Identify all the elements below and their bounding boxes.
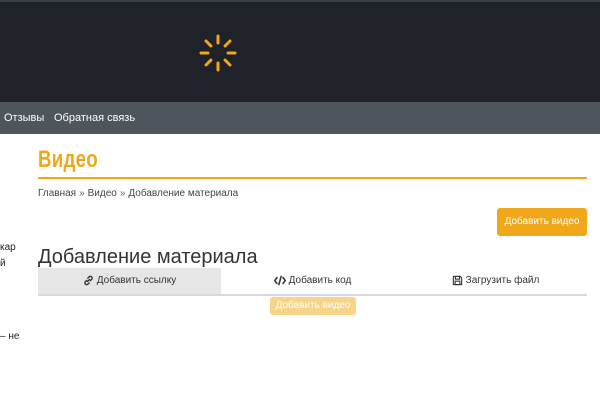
- code-icon: [273, 275, 286, 286]
- breadcrumb-separator: »: [79, 188, 85, 199]
- sidebar-text-fragment: й: [0, 258, 6, 269]
- title-divider: [38, 177, 587, 179]
- nav-item-feedback[interactable]: Обратная связь: [54, 102, 135, 134]
- breadcrumb-separator: »: [119, 188, 126, 199]
- sidebar-text-fragment: кар: [0, 242, 16, 253]
- tab-add-code[interactable]: Добавить код: [221, 268, 404, 294]
- add-video-button[interactable]: Добавить видео: [497, 208, 587, 236]
- header-top-line: [0, 0, 600, 2]
- loading-spinner-icon: [199, 34, 237, 72]
- breadcrumb-current: Добавление материала: [128, 188, 239, 199]
- tab-add-link[interactable]: Добавить ссылку: [38, 268, 221, 294]
- page-title: Видео: [38, 146, 98, 173]
- form-heading: Добавление материала: [38, 246, 258, 268]
- main-nav: Отзывы Обратная связь: [0, 102, 600, 134]
- link-icon: [84, 275, 93, 286]
- nav-item-reviews[interactable]: Отзывы: [4, 102, 44, 134]
- breadcrumb-section-link[interactable]: Видео: [88, 188, 117, 199]
- save-icon: [452, 275, 462, 286]
- tab-add-code-label: Добавить код: [288, 275, 352, 286]
- form-tabs: Добавить ссылку Добавить код Загрузить ф…: [38, 268, 587, 294]
- submit-video-button[interactable]: Добавить видео: [270, 297, 356, 315]
- tabs-divider: [38, 294, 587, 296]
- tab-upload-file-label: Загрузить файл: [465, 275, 540, 286]
- breadcrumb-home-link[interactable]: Главная: [38, 188, 76, 199]
- sidebar-text-fragment: – не: [0, 331, 20, 342]
- tab-upload-file[interactable]: Загрузить файл: [404, 268, 587, 294]
- breadcrumb: Главная» Видео» Добавление материала: [38, 188, 238, 199]
- site-header: [0, 0, 600, 102]
- tab-add-link-label: Добавить ссылку: [96, 275, 177, 286]
